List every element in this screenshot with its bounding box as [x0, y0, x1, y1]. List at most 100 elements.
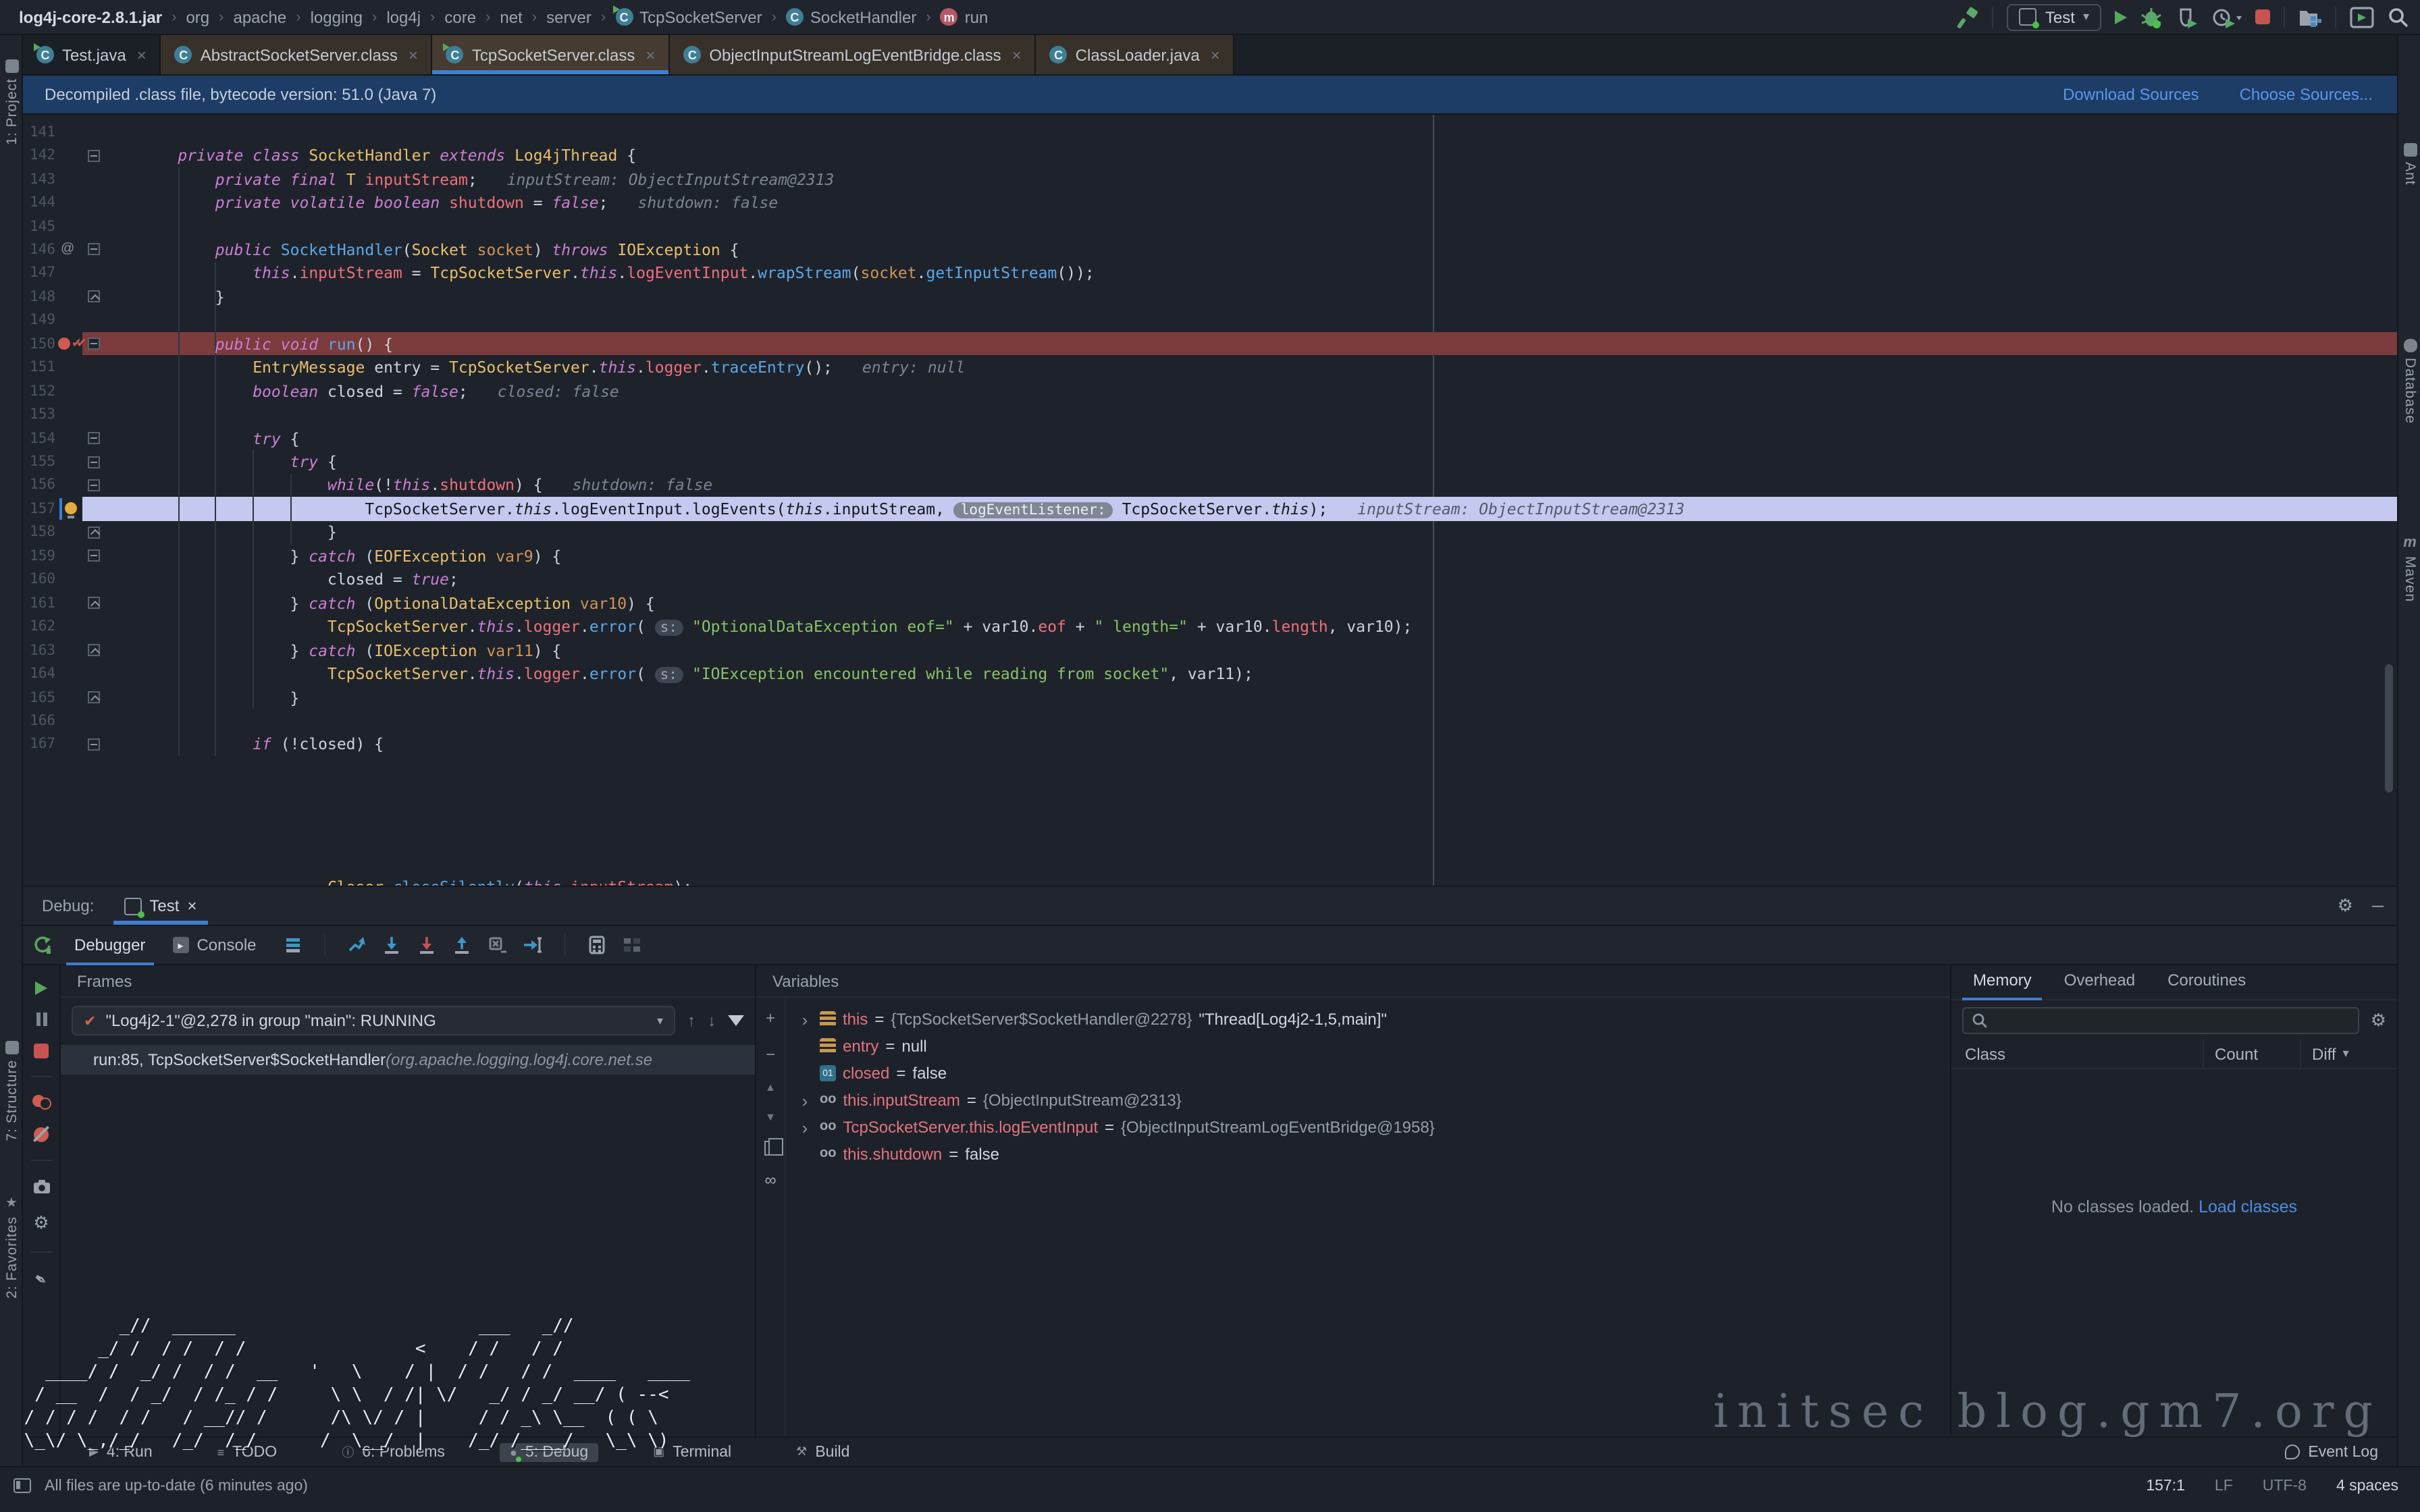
- breadcrumb-item-core[interactable]: core: [444, 7, 476, 26]
- stop-button[interactable]: [2255, 9, 2270, 24]
- pause-button[interactable]: [36, 1013, 47, 1026]
- breadcrumb-item-apache[interactable]: apache: [233, 7, 286, 26]
- toolwindow-button-5-debug[interactable]: ●5: Debug: [500, 1442, 598, 1461]
- tool-strip-button-2-favorites[interactable]: ★2: Favorites: [0, 1196, 23, 1299]
- code-line[interactable]: 167 if (!closed) {: [23, 732, 2397, 756]
- fold-marker-icon[interactable]: [88, 149, 100, 161]
- column-diff[interactable]: Diff ▾: [2300, 1040, 2397, 1068]
- tool-strip-button-1-project[interactable]: 1: Project: [0, 59, 23, 145]
- view-breakpoints-icon[interactable]: [32, 1095, 51, 1110]
- force-step-into-icon[interactable]: [417, 936, 436, 954]
- code-line[interactable]: 165 }: [23, 686, 2397, 709]
- code-line[interactable]: 162 TcpSocketServer.this.logger.error( s…: [23, 615, 2397, 639]
- line-number[interactable]: 144: [23, 194, 55, 211]
- line-number[interactable]: 151: [23, 359, 55, 375]
- caret-position[interactable]: 157:1: [2146, 1478, 2185, 1494]
- fold-marker-icon[interactable]: [88, 244, 100, 256]
- load-classes-link[interactable]: Load classes: [2199, 1197, 2297, 1216]
- line-number[interactable]: 164: [23, 666, 55, 682]
- toolwindow-button-todo[interactable]: ≡TODO: [208, 1442, 287, 1461]
- tool-strip-button-database[interactable]: Database: [2398, 339, 2420, 424]
- line-number[interactable]: 142: [23, 147, 55, 163]
- line-number[interactable]: 159: [23, 548, 55, 564]
- fold-marker-icon[interactable]: [88, 691, 100, 703]
- drop-frame-icon[interactable]: [488, 936, 506, 954]
- debug-bug-icon[interactable]: [2140, 6, 2163, 28]
- expand-chevron-icon[interactable]: ›: [797, 1117, 813, 1137]
- line-number[interactable]: 158: [23, 524, 55, 541]
- code-line[interactable]: 148 }: [23, 285, 2397, 308]
- line-number[interactable]: 153: [23, 406, 55, 423]
- mute-breakpoints-icon[interactable]: [34, 1127, 49, 1142]
- choose-sources-link[interactable]: Choose Sources...: [2240, 85, 2373, 104]
- debugger-settings-gear-icon[interactable]: ⚙: [33, 1212, 49, 1234]
- line-number[interactable]: 143: [23, 171, 55, 187]
- line-number[interactable]: 145: [23, 218, 55, 234]
- editor-tab[interactable]: CClassLoader.java×: [1036, 35, 1235, 74]
- code-line[interactable]: 157 TcpSocketServer.this.logEventInput.l…: [23, 497, 2397, 520]
- frame-down-icon[interactable]: ↓: [708, 1011, 716, 1030]
- code-editor[interactable]: 141142 private class SocketHandler exten…: [23, 115, 2397, 886]
- tab-close-icon[interactable]: ×: [646, 45, 655, 64]
- resume-button[interactable]: [35, 981, 47, 995]
- memory-search-box[interactable]: [1962, 1007, 2360, 1034]
- expand-chevron-icon[interactable]: ›: [797, 1090, 813, 1110]
- code-line[interactable]: 149: [23, 308, 2397, 332]
- download-sources-link[interactable]: Download Sources: [2063, 85, 2199, 104]
- layout-settings-icon[interactable]: [623, 936, 641, 954]
- fold-marker-icon[interactable]: [88, 644, 100, 656]
- line-number[interactable]: 167: [23, 736, 55, 753]
- code-line[interactable]: Closer.closeSilently(this.inputStream);: [23, 875, 2397, 886]
- tab-close-icon[interactable]: ×: [1012, 45, 1022, 64]
- tool-strip-button-ant[interactable]: Ant: [2398, 143, 2420, 186]
- thread-dump-camera-icon[interactable]: [32, 1179, 51, 1195]
- line-number[interactable]: 147: [23, 265, 55, 281]
- code-line[interactable]: 163 } catch (IOException var11) {: [23, 639, 2397, 662]
- breadcrumb-item-log4j-core-2-8-1-jar[interactable]: log4j-core-2.8.1.jar: [19, 7, 162, 26]
- duplicate-watch-icon[interactable]: [764, 1141, 777, 1156]
- run-with-coverage-icon[interactable]: [2177, 6, 2199, 28]
- breadcrumb-item-org[interactable]: org: [186, 7, 209, 26]
- variable-row[interactable]: ›this = {TcpSocketServer$SocketHandler@2…: [786, 1006, 1950, 1033]
- memory-tab-overhead[interactable]: Overhead: [2051, 965, 2149, 999]
- build-hammer-icon[interactable]: [1957, 6, 1979, 28]
- file-encoding[interactable]: UTF-8: [2263, 1478, 2307, 1494]
- variable-row[interactable]: oothis.shutdown = false: [786, 1141, 1950, 1168]
- stack-frame-row[interactable]: run:85, TcpSocketServer$SocketHandler (o…: [61, 1045, 755, 1075]
- tab-close-icon[interactable]: ×: [409, 45, 418, 64]
- memory-settings-gear-icon[interactable]: ⚙: [2371, 1010, 2386, 1031]
- fold-marker-icon[interactable]: [88, 738, 100, 751]
- run-to-cursor-icon[interactable]: [523, 936, 543, 954]
- breadcrumb-item-sockethandler[interactable]: CSocketHandler: [786, 7, 916, 26]
- line-number[interactable]: 156: [23, 477, 55, 493]
- stop-process-button[interactable]: [34, 1044, 49, 1058]
- breakpoint-icon[interactable]: [58, 338, 70, 350]
- column-class[interactable]: Class: [1951, 1044, 2203, 1063]
- code-line[interactable]: 151 EntryMessage entry = TcpSocketServer…: [23, 356, 2397, 379]
- line-number[interactable]: 165: [23, 689, 55, 705]
- code-line[interactable]: 152 boolean closed = false;closed: false: [23, 379, 2397, 403]
- line-number[interactable]: 162: [23, 618, 55, 634]
- code-line[interactable]: 144 private volatile boolean shutdown = …: [23, 191, 2397, 215]
- line-number[interactable]: 150: [23, 336, 55, 352]
- line-separator[interactable]: LF: [2215, 1478, 2233, 1494]
- code-line[interactable]: 156 while(!this.shutdown) {shutdown: fal…: [23, 474, 2397, 497]
- code-line[interactable]: 145: [23, 215, 2397, 238]
- search-everywhere-icon[interactable]: [2388, 6, 2409, 28]
- line-number[interactable]: 157: [23, 501, 55, 517]
- event-log-button[interactable]: Event Log: [2285, 1444, 2378, 1460]
- fold-marker-icon[interactable]: [88, 597, 100, 609]
- code-line[interactable]: 164 TcpSocketServer.this.logger.error( s…: [23, 662, 2397, 686]
- tool-window-toggle-icon[interactable]: [14, 1478, 31, 1493]
- variable-row[interactable]: entry = null: [786, 1033, 1950, 1060]
- hide-frames-filter-icon[interactable]: [728, 1015, 744, 1026]
- memory-tab-coroutines[interactable]: Coroutines: [2154, 965, 2259, 999]
- show-execution-point-icon[interactable]: [347, 936, 366, 954]
- code-line[interactable]: 160 closed = true;: [23, 568, 2397, 591]
- rerun-button[interactable]: [23, 936, 61, 954]
- code-line[interactable]: 166: [23, 709, 2397, 733]
- step-over-icon[interactable]: [382, 936, 401, 954]
- threads-view-icon[interactable]: [284, 936, 302, 954]
- line-number[interactable]: 166: [23, 713, 55, 729]
- code-line[interactable]: 153: [23, 403, 2397, 427]
